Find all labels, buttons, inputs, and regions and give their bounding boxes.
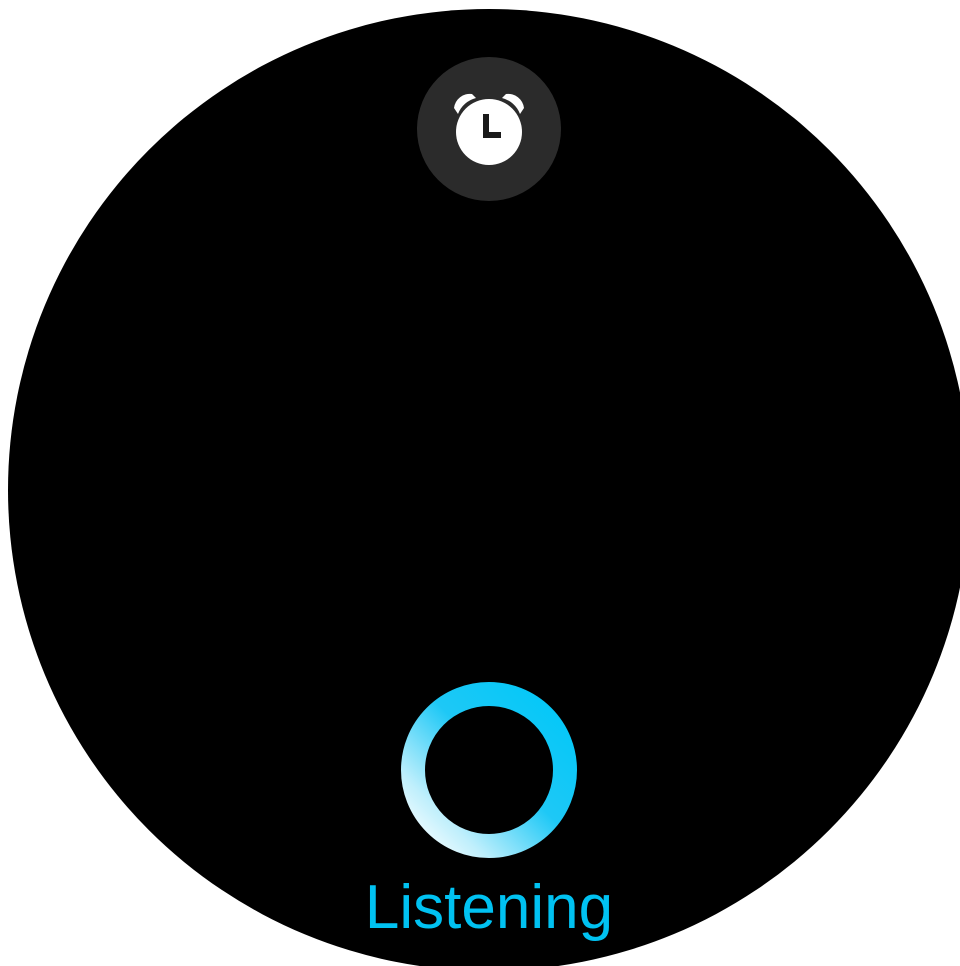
screen: Listening xyxy=(0,0,960,966)
alarm-clock-icon xyxy=(454,93,524,165)
alarm-app-badge[interactable] xyxy=(417,57,561,201)
listening-status-text: Listening xyxy=(364,873,614,942)
listening-ring-icon xyxy=(401,682,577,858)
